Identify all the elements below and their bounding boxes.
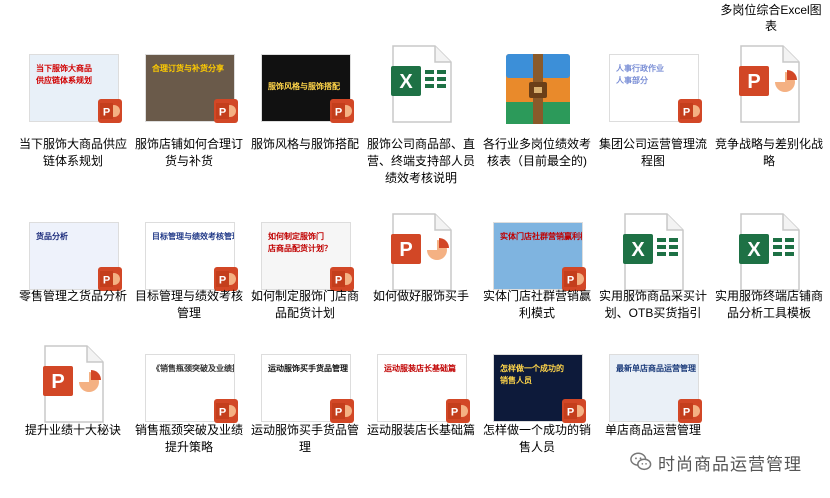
file-item[interactable]: 人事行政作业 人事部分 P 集团公司运营管理流程图 [595,38,711,210]
file-name-label: 运动服装店长基础篇 [367,423,476,437]
svg-text:P: P [219,407,226,419]
svg-text:P: P [51,371,64,393]
slide-thumbnail: 合理订货与补货分享 P [141,44,238,136]
file-name-label: 服饰店铺如何合理订货与补货 [135,137,244,168]
svg-text:X: X [399,71,413,93]
file-item[interactable]: 《销售瓶颈突破及业绩提升策略》 P 销售瓶颈突破及业绩提升策略 [131,344,247,484]
svg-text:P: P [451,407,458,419]
file-item[interactable]: 服饰风格与服饰搭配 P 服饰风格与服饰搭配 [247,38,363,210]
file-name-label: 销售瓶颈突破及业绩提升策略 [135,423,244,454]
file-name-label: 集团公司运营管理流程图 [599,137,708,168]
file-item[interactable]: X 服饰公司商品部、直营、终端支持部人员绩效考核说明 [363,38,479,210]
svg-text:P: P [399,239,412,261]
watermark-text: 时尚商品运营管理 [658,454,802,474]
svg-text:P: P [567,407,574,419]
file-name-label: 实用服饰终端店铺商品分析工具模板 [715,289,824,320]
powerpoint-badge-icon: P [678,99,702,123]
svg-text:P: P [219,275,226,287]
powerpoint-badge-icon: P [214,399,238,423]
powerpoint-badge-icon: P [214,99,238,123]
powerpoint-badge-icon: P [562,399,586,423]
file-name-label: 服饰风格与服饰搭配 [251,137,360,151]
file-item[interactable]: X 实用服饰终端店铺商品分析工具模板 [711,210,827,344]
svg-text:P: P [219,107,226,119]
wechat-icon [630,452,652,471]
file-item[interactable]: 怎样做一个成功的 销售人员 P 怎样做一个成功的销售人员 [479,344,595,484]
wechat-watermark: 时尚商品运营管理 [630,446,802,478]
file-name-label: 服饰公司商品部、直营、终端支持部人员绩效考核说明 [367,137,476,185]
previous-item-label-tail[interactable]: 多岗位综合Excel图表 [716,2,826,34]
file-name-label: 如何做好服饰买手 [372,289,469,303]
svg-text:P: P [683,107,690,119]
file-item[interactable]: X 实用服饰商品采买计划、OTB买货指引 [595,210,711,344]
svg-text:P: P [335,107,342,119]
file-name-label: 单店商品运营管理 [604,423,701,437]
powerpoint-badge-icon: P [330,399,354,423]
powerpoint-badge-icon: P [446,399,470,423]
file-item[interactable]: 实体门店社群营销赢利模式 P 实体门店社群营销赢利模式 [479,210,595,344]
file-name-label: 实体门店社群营销赢利模式 [483,289,592,320]
excel-file-icon: X [373,44,469,136]
slide-thumbnail: 当下服饰大商品 供应链体系规划 P [25,44,122,136]
powerpoint-badge-icon: P [330,99,354,123]
file-name-label: 当下服饰大商品供应链体系规划 [19,137,128,168]
file-name-label: 竞争战略与差别化战略 [715,137,824,168]
svg-text:P: P [683,407,690,419]
svg-text:P: P [747,71,760,93]
file-grid: 当下服饰大商品 供应链体系规划 P 当下服饰大商品供应链体系规划 合理订货与补货分享… [15,38,825,498]
file-name-label: 怎样做一个成功的销售人员 [483,423,592,454]
file-item[interactable]: 运动服装店长基础篇 P 运动服装店长基础篇 [363,344,479,484]
file-item[interactable]: 各行业多岗位绩效考核表（目前最全的) [479,38,595,210]
svg-text:X: X [747,239,761,261]
file-name-label: 各行业多岗位绩效考核表（目前最全的) [483,137,592,168]
file-item[interactable]: 目标管理与绩效考核管理 P 目标管理与绩效考核管理 [131,210,247,344]
file-item[interactable]: 当下服饰大商品 供应链体系规划 P 当下服饰大商品供应链体系规划 [15,38,131,210]
archive-file-icon [489,44,585,136]
file-item[interactable]: P 竞争战略与差别化战略 [711,38,827,210]
file-name-label: 实用服饰商品采买计划、OTB买货指引 [599,289,708,320]
svg-text:P: P [103,275,110,287]
file-name-label: 提升业绩十大秘诀 [24,423,121,437]
file-item[interactable]: 如何制定服饰门 店商品配货计划？ P 如何制定服饰门店商品配货计划 [247,210,363,344]
powerpoint-badge-icon: P [678,399,702,423]
svg-text:P: P [335,407,342,419]
file-item[interactable]: 运动服饰买手货品管理 P 运动服饰买手货品管理 [247,344,363,484]
powerpoint-file-icon: P [721,44,817,136]
svg-text:X: X [631,239,645,261]
slide-thumbnail: 人事行政作业 人事部分 P [605,44,702,136]
file-name-label: 目标管理与绩效考核管理 [135,289,244,320]
file-name-label: 零售管理之货品分析 [19,289,128,303]
svg-text:P: P [335,275,342,287]
slide-thumbnail: 服饰风格与服饰搭配 P [257,44,354,136]
powerpoint-badge-icon: P [98,99,122,123]
file-name-label: 如何制定服饰门店商品配货计划 [251,289,360,320]
file-item[interactable]: 货品分析 P 零售管理之货品分析 [15,210,131,344]
file-item[interactable]: P 提升业绩十大秘诀 [15,344,131,484]
file-item[interactable]: 合理订货与补货分享 P 服饰店铺如何合理订货与补货 [131,38,247,210]
file-name-label: 运动服饰买手货品管理 [251,423,360,454]
svg-text:P: P [103,107,110,119]
file-item[interactable]: P 如何做好服饰买手 [363,210,479,344]
svg-text:P: P [567,275,574,287]
